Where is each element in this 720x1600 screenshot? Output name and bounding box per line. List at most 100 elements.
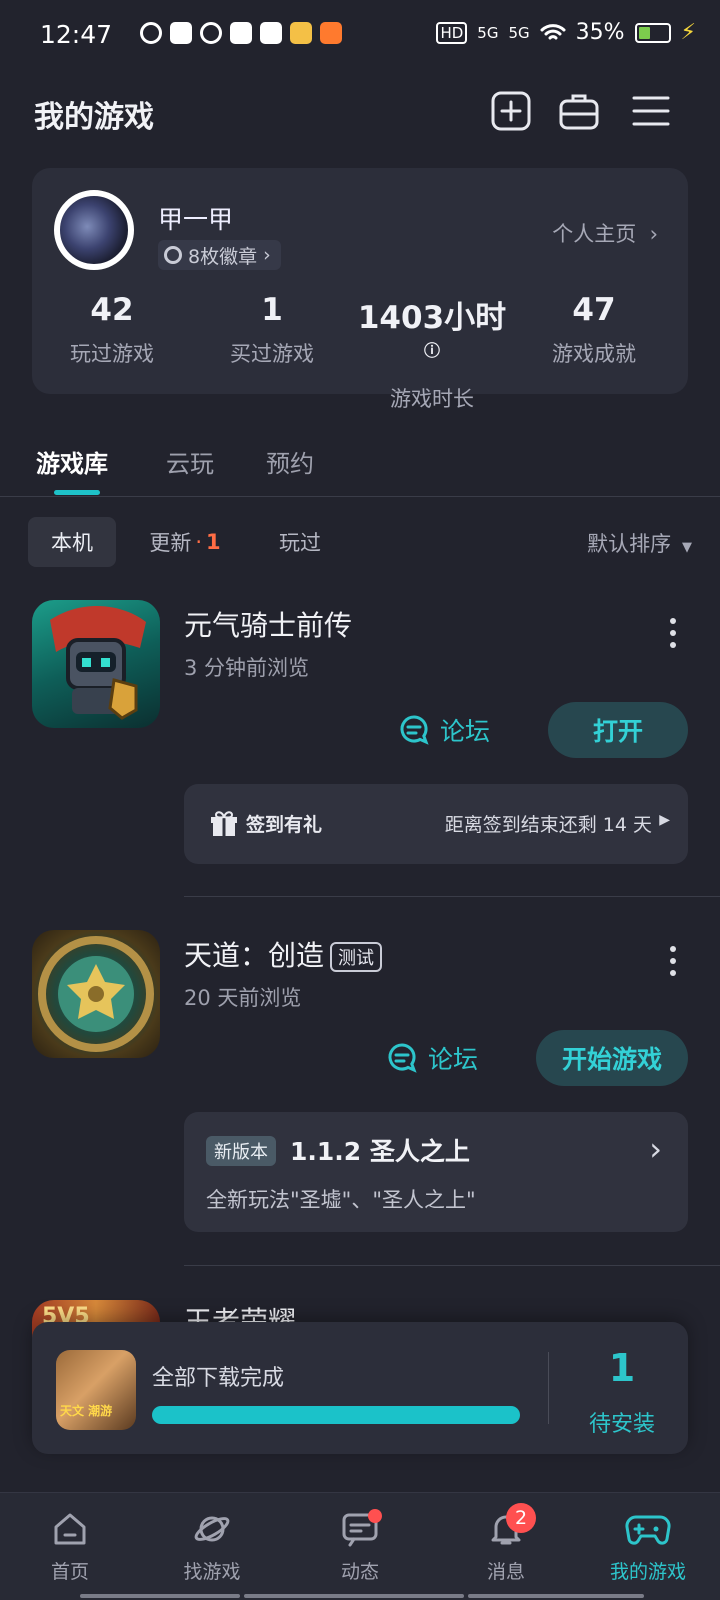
nav-label: 我的游戏 bbox=[609, 1561, 686, 1583]
tab-reserve[interactable]: 预约 bbox=[266, 444, 314, 479]
game-icon-tiandao[interactable] bbox=[32, 930, 160, 1058]
sort-dropdown[interactable]: 默认排序 ▼ bbox=[587, 528, 692, 558]
tab-cloud[interactable]: 云玩 bbox=[166, 444, 214, 479]
stat-value: 42 bbox=[90, 292, 134, 328]
gamepad-icon bbox=[625, 1515, 671, 1545]
caret-down-icon: ▼ bbox=[677, 540, 692, 555]
more-options-icon[interactable] bbox=[670, 618, 676, 654]
add-icon[interactable] bbox=[490, 90, 532, 132]
app-notification-icon bbox=[290, 22, 312, 44]
toolbox-icon[interactable] bbox=[558, 90, 600, 132]
feed-notification-dot bbox=[368, 1509, 382, 1523]
game-last-viewed: 20 天前浏览 bbox=[184, 986, 302, 1010]
nav-feed[interactable]: 动态 bbox=[300, 1509, 420, 1584]
divider bbox=[184, 1265, 720, 1266]
download-progress-bar bbox=[152, 1406, 520, 1424]
caret-right-icon: ▶ bbox=[659, 812, 670, 828]
notification-icons bbox=[140, 22, 342, 44]
menu-icon[interactable] bbox=[630, 90, 672, 132]
nav-home[interactable]: 首页 bbox=[10, 1509, 130, 1584]
nav-my-games[interactable]: 我的游戏 bbox=[588, 1509, 708, 1584]
page-title: 我的游戏 bbox=[34, 100, 154, 135]
nav-discover[interactable]: 找游戏 bbox=[152, 1509, 272, 1584]
system-gesture-bar bbox=[244, 1594, 464, 1598]
version-title: 1.1.2 圣人之上 bbox=[290, 1137, 470, 1166]
tab-indicator bbox=[54, 490, 100, 495]
status-time: 12:47 bbox=[40, 20, 113, 49]
forum-icon bbox=[400, 715, 429, 745]
qq-icon bbox=[230, 22, 252, 44]
game-icon-soul-knight[interactable] bbox=[32, 600, 160, 728]
pending-install-count[interactable]: 1 bbox=[572, 1346, 672, 1390]
forum-button[interactable]: 论坛 bbox=[398, 712, 490, 748]
pending-install-label[interactable]: 待安装 bbox=[572, 1406, 672, 1438]
signin-gift-label: 签到有礼 bbox=[246, 814, 323, 836]
home-icon bbox=[54, 1513, 86, 1545]
badges-button[interactable]: 8枚徽章 › bbox=[158, 240, 281, 270]
battery-icon bbox=[634, 22, 671, 43]
start-game-button[interactable]: 开始游戏 bbox=[536, 1030, 688, 1086]
update-count: 1 bbox=[206, 530, 221, 554]
filter-played[interactable]: 玩过 bbox=[256, 517, 344, 567]
system-gesture-bar bbox=[80, 1594, 240, 1598]
app-notification-icon bbox=[320, 22, 342, 44]
stat-achievements[interactable]: 47 游戏成就 bbox=[514, 292, 674, 368]
charging-icon: ⚡ bbox=[680, 20, 696, 45]
nav-messages[interactable]: 消息 2 bbox=[446, 1503, 566, 1584]
sort-label: 默认排序 bbox=[587, 532, 672, 556]
info-icon: ⓘ bbox=[423, 341, 440, 360]
version-desc: 全新玩法"圣墟"、"圣人之上" bbox=[206, 1188, 476, 1212]
nav-label: 首页 bbox=[50, 1561, 89, 1583]
app-notification-icon bbox=[140, 22, 162, 44]
gift-icon bbox=[211, 811, 237, 836]
stat-label: 买过游戏 bbox=[230, 342, 314, 366]
system-gesture-bar bbox=[468, 1594, 644, 1598]
filter-update[interactable]: 更新 · 1 bbox=[130, 517, 240, 567]
signal-5g-2: 5G bbox=[508, 23, 530, 42]
stat-played[interactable]: 42 玩过游戏 bbox=[32, 292, 192, 368]
game-title[interactable]: 王者荣耀 bbox=[184, 1300, 296, 1322]
update-dot: · bbox=[195, 530, 203, 554]
hd-indicator: HD bbox=[436, 21, 468, 44]
system-indicators: HD 5G 5G 35% ⚡ bbox=[436, 20, 696, 45]
game-title[interactable]: 元气骑士前传 bbox=[184, 604, 352, 644]
download-status-text: 全部下载完成 bbox=[152, 1366, 285, 1391]
forum-button[interactable]: 论坛 bbox=[386, 1040, 478, 1076]
download-status-bar[interactable]: 天文 潮游 全部下载完成 1 待安装 bbox=[32, 1322, 688, 1454]
stat-bought[interactable]: 1 买过游戏 bbox=[192, 292, 352, 368]
message-count-badge: 2 bbox=[506, 1503, 536, 1533]
stat-value: 1403小时 bbox=[357, 300, 507, 336]
nav-label: 消息 bbox=[486, 1561, 525, 1583]
filter-update-label: 更新 bbox=[149, 531, 192, 555]
forum-label: 论坛 bbox=[440, 717, 491, 746]
new-version-badge: 新版本 bbox=[206, 1136, 276, 1166]
badges-label: 8枚徽章 bbox=[188, 245, 258, 268]
more-options-icon[interactable] bbox=[670, 946, 676, 982]
avatar[interactable] bbox=[54, 190, 134, 270]
signin-gift-panel[interactable]: 签到有礼 距离签到结束还剩 14 天 ▶ bbox=[184, 784, 688, 864]
stat-playtime[interactable]: 1403小时 ⓘ 游戏时长 bbox=[352, 292, 512, 413]
divider bbox=[184, 896, 720, 897]
nav-label: 找游戏 bbox=[183, 1561, 241, 1583]
profile-home-link[interactable]: 个人主页 › bbox=[552, 218, 658, 248]
nav-label: 动态 bbox=[340, 1561, 379, 1583]
chevron-right-icon: › bbox=[642, 222, 658, 246]
download-icon-text: 天文 潮游 bbox=[60, 1404, 113, 1418]
open-game-button[interactable]: 打开 bbox=[548, 702, 688, 758]
game-last-viewed: 3 分钟前浏览 bbox=[184, 656, 310, 680]
stat-label: 游戏成就 bbox=[552, 342, 636, 366]
tab-library[interactable]: 游戏库 bbox=[36, 444, 108, 479]
game-title[interactable]: 天道：创造 测试 bbox=[184, 934, 383, 974]
game-title-text: 天道：创造 bbox=[184, 939, 325, 972]
new-version-panel[interactable]: 新版本 1.1.2 圣人之上 全新玩法"圣墟"、"圣人之上" › bbox=[184, 1112, 688, 1232]
knight-art bbox=[50, 605, 146, 720]
filter-local[interactable]: 本机 bbox=[28, 517, 116, 567]
battery-percent: 35% bbox=[575, 20, 625, 45]
divider bbox=[0, 496, 720, 497]
test-badge: 测试 bbox=[330, 942, 383, 972]
chevron-right-icon: › bbox=[649, 1130, 662, 1168]
forum-icon bbox=[388, 1043, 417, 1073]
username: 甲一甲 bbox=[158, 205, 234, 234]
medal-icon bbox=[164, 246, 182, 264]
signin-remaining: 距离签到结束还剩 14 天 bbox=[444, 814, 652, 836]
